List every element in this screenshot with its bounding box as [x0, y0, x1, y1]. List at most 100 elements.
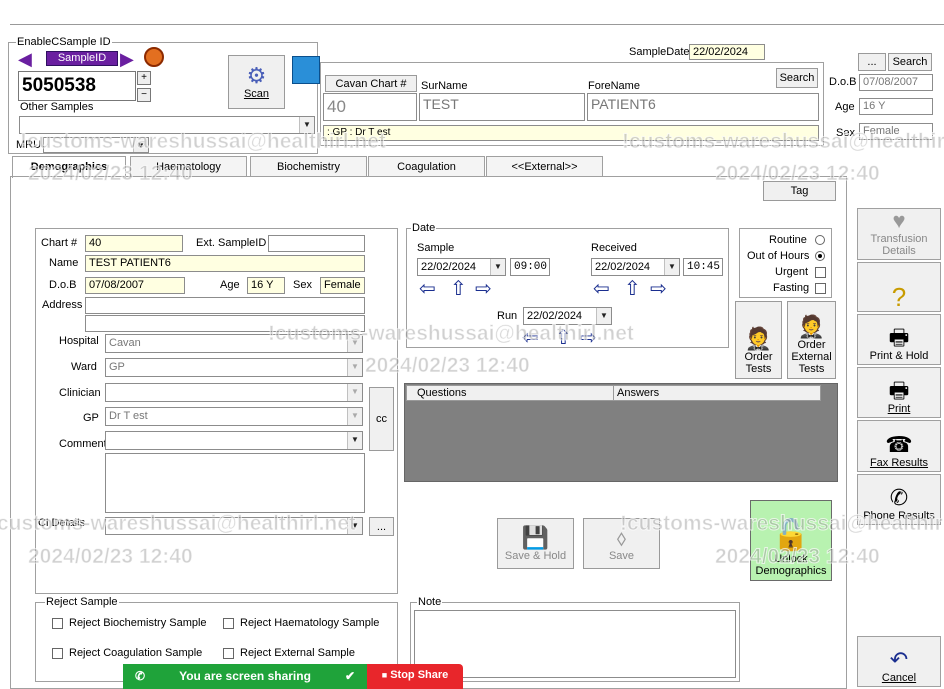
ext-sampleid-field[interactable] [268, 235, 365, 252]
ooh-radio[interactable] [815, 251, 825, 261]
notebook-icon[interactable] [292, 56, 320, 84]
sampledate-field[interactable]: 22/02/2024 [689, 44, 765, 60]
sample-id-field[interactable]: 5050538 [18, 71, 136, 101]
stop-share-button[interactable]: ■ Stop Share [367, 664, 463, 689]
tab-biochemistry[interactable]: Biochemistry [250, 156, 367, 176]
questions-grid[interactable]: Questions Answers [404, 383, 838, 482]
tab-demographics[interactable]: Demographics [12, 156, 126, 178]
order-external-label: Order External Tests [791, 339, 832, 375]
forename-field[interactable]: PATIENT6 [587, 93, 819, 121]
chevron-down-icon[interactable]: ▼ [133, 138, 148, 152]
order-tests-button[interactable]: 🤵 Order Tests [735, 301, 782, 379]
received-time-field[interactable]: 10:45 [683, 258, 723, 276]
reject-bio-checkbox[interactable] [52, 618, 63, 629]
cc-button[interactable]: cc [369, 387, 394, 451]
age-field[interactable]: 16 Y [247, 277, 285, 294]
tab-external[interactable]: <<External>> [486, 156, 603, 176]
mru-dropdown[interactable]: ▼ [43, 137, 149, 153]
sex-field[interactable]: Female [320, 277, 365, 294]
arrow-left-icon[interactable]: ⇦ [419, 279, 436, 299]
cl-details-more-button[interactable]: ... [369, 517, 394, 536]
help-button[interactable]: ? [857, 262, 941, 312]
arrow-up-icon[interactable]: ⇧ [555, 328, 572, 348]
hospital-dropdown[interactable]: Cavan ▼ [105, 334, 363, 353]
routine-radio[interactable] [815, 235, 825, 245]
chevron-down-icon[interactable]: ▼ [347, 432, 362, 449]
chevron-down-icon[interactable]: ▼ [347, 359, 362, 376]
cl-details-dropdown[interactable]: ▼ [105, 517, 363, 535]
phone-icon: ✆ [135, 669, 146, 683]
fasting-checkbox[interactable] [815, 283, 826, 294]
sample-time-field[interactable]: 09:00 [510, 258, 550, 276]
transfusion-button[interactable]: ♥ Transfusion Details [857, 208, 941, 260]
arrow-right-icon[interactable]: ⇨ [475, 279, 492, 299]
target-icon[interactable] [144, 47, 164, 67]
order-external-button[interactable]: 🤵 Order External Tests [787, 301, 836, 379]
address-line-1[interactable] [85, 297, 365, 314]
chevron-down-icon[interactable]: ▼ [596, 308, 611, 324]
ward-dropdown[interactable]: GP ▼ [105, 358, 363, 377]
cavan-chart-button[interactable]: Cavan Chart # [325, 75, 417, 92]
name-label: Name [49, 257, 79, 269]
print-button[interactable]: 🖶 Print [857, 367, 941, 418]
gp-dropdown[interactable]: Dr T est ▼ [105, 407, 363, 426]
sample-date-picker[interactable]: 22/02/2024 ▼ [417, 258, 506, 276]
search-button[interactable]: Search [776, 68, 818, 88]
run-date-picker[interactable]: 22/02/2024 ▼ [523, 307, 612, 325]
arrow-up-icon[interactable]: ⇧ [624, 279, 641, 299]
arrow-right-icon[interactable]: ▶ [120, 50, 134, 68]
cancel-button[interactable]: ↶ Cancel [857, 636, 941, 687]
chevron-down-icon[interactable]: ▼ [347, 518, 362, 534]
arrow-left-icon[interactable]: ◀ [18, 50, 32, 68]
phone-button[interactable]: ✆ Phone Results [857, 474, 941, 525]
comment-textarea[interactable] [105, 453, 365, 513]
reject-haem-checkbox[interactable] [223, 618, 234, 629]
unlock-demographics-button[interactable]: 🔓 Unlock Demographics [750, 500, 832, 581]
chevron-down-icon[interactable]: ▼ [664, 259, 679, 275]
chevron-down-icon[interactable]: ▼ [299, 117, 314, 133]
decrement-icon[interactable]: − [137, 88, 151, 102]
scan-button[interactable]: ⚙ Scan [228, 55, 285, 109]
print-hold-button[interactable]: 🖶 Print & Hold [857, 314, 941, 365]
phone-icon: ✆ [889, 485, 909, 510]
tab-coagulation[interactable]: Coagulation [368, 156, 485, 176]
sex-header-label: Sex [836, 127, 855, 139]
answers-header[interactable]: Answers [613, 385, 821, 401]
fax-button[interactable]: ☎ Fax Results [857, 420, 941, 472]
arrow-right-icon[interactable]: ⇨ [580, 328, 597, 348]
reject-coag-checkbox[interactable] [52, 648, 63, 659]
comment-dropdown[interactable]: ▼ [105, 431, 363, 450]
chevron-down-icon[interactable]: ▼ [347, 408, 362, 425]
arrow-left-icon[interactable]: ⇦ [522, 328, 539, 348]
fax-icon: ☎ [885, 432, 913, 457]
address-line-2[interactable] [85, 315, 365, 332]
questions-header[interactable]: Questions [406, 385, 614, 401]
chevron-down-icon[interactable]: ▼ [347, 335, 362, 352]
name-field[interactable]: TEST PATIENT6 [85, 255, 365, 272]
other-samples-dropdown[interactable]: ▼ [19, 116, 315, 134]
increment-icon[interactable]: + [137, 71, 151, 85]
surname-field[interactable]: TEST [419, 93, 585, 121]
sampleid-nav[interactable]: ◀ SampleID ▶ [18, 50, 138, 68]
chart-btn-label: Cavan Chart # [335, 77, 407, 90]
tag-button[interactable]: Tag [763, 181, 836, 201]
save-hold-button[interactable]: 💾 Save & Hold [497, 518, 574, 569]
dob-field[interactable]: 07/08/2007 [85, 277, 185, 294]
arrow-left-icon[interactable]: ⇦ [593, 279, 610, 299]
reject-ext-checkbox[interactable] [223, 648, 234, 659]
stop-icon: ■ [381, 670, 388, 680]
search-button-2[interactable]: Search [888, 53, 932, 71]
chevron-down-icon[interactable]: ▼ [347, 384, 362, 401]
clinician-dropdown[interactable]: ▼ [105, 383, 363, 402]
tab-haematology[interactable]: Haematology [130, 156, 247, 176]
arrow-up-icon[interactable]: ⇧ [450, 279, 467, 299]
save-button[interactable]: ⬨ Save [583, 518, 660, 569]
urgent-checkbox[interactable] [815, 267, 826, 278]
order-tests-label: Order Tests [744, 351, 773, 375]
arrow-right-icon[interactable]: ⇨ [650, 279, 667, 299]
chevron-down-icon[interactable]: ▼ [490, 259, 505, 275]
chart-value-field[interactable]: 40 [323, 93, 417, 121]
more-button[interactable]: ... [858, 53, 886, 71]
received-date-picker[interactable]: 22/02/2024 ▼ [591, 258, 680, 276]
chart-field[interactable]: 40 [85, 235, 183, 252]
